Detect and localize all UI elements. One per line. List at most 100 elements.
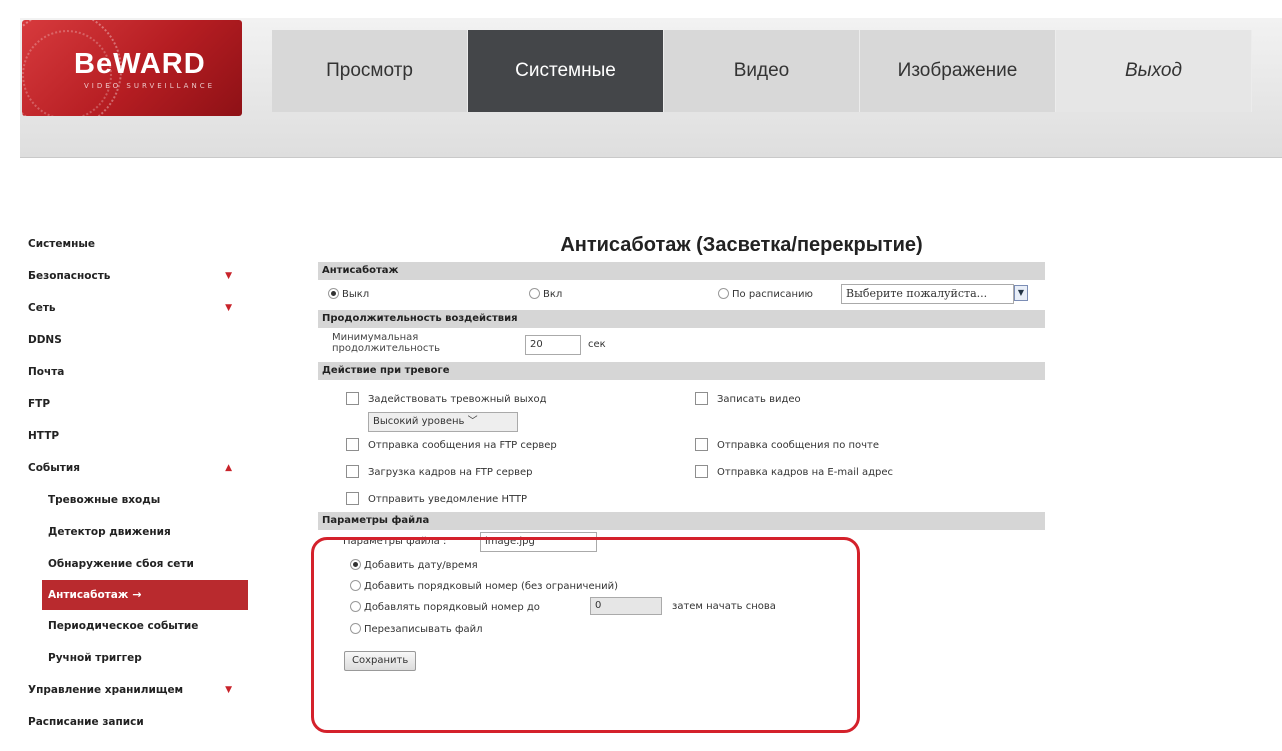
alarm-output-option[interactable]: Задействовать тревожный выход xyxy=(346,392,547,405)
sidebar-item-security[interactable]: Безопасность ▼ xyxy=(26,260,248,292)
opt-datetime[interactable]: Добавить дату/время xyxy=(350,559,478,571)
file-block: Параметры файла : image.jpg Добавить дат… xyxy=(318,530,1045,700)
main-content: Антисаботаж (Засветка/перекрытие) Антиса… xyxy=(318,228,1045,700)
sidebar-item-label: События xyxy=(28,462,80,474)
radio-on-option[interactable]: Вкл xyxy=(529,288,562,300)
radio-datetime[interactable] xyxy=(350,559,361,570)
duration-input[interactable]: 20 xyxy=(525,335,581,355)
radio-on-label: Вкл xyxy=(543,289,563,300)
opt-seq-unlimited-label: Добавить порядковый номер (без ограничен… xyxy=(364,581,619,592)
alarm-output-checkbox[interactable] xyxy=(346,392,359,405)
email-frames-checkbox[interactable] xyxy=(695,465,708,478)
duration-label: Минимумальная продолжительность xyxy=(332,332,440,354)
opt-seq-to[interactable]: Добавлять порядковый номер до xyxy=(350,601,540,613)
schedule-select[interactable]: Выберите пожалуйста... ▼ xyxy=(841,284,1028,304)
sidebar-item-label: DDNS xyxy=(28,334,62,346)
opt-seq-unlimited[interactable]: Добавить порядковый номер (без ограничен… xyxy=(350,580,618,592)
arrow-right-icon: → xyxy=(132,588,142,601)
level-select[interactable]: Высокий уровень ﹀ xyxy=(368,412,518,432)
section-header-actions: Действие при тревоге xyxy=(318,362,1045,380)
sidebar-item-record-schedule[interactable]: Расписание записи xyxy=(26,706,248,738)
record-video-option[interactable]: Записать видео xyxy=(695,392,801,405)
header: BeWARD VIDEO SURVEILLANCE Просмотр Систе… xyxy=(0,0,1282,158)
expand-arrow-icon: ▼ xyxy=(225,303,232,313)
record-video-label: Записать видео xyxy=(717,394,801,405)
opt-overwrite[interactable]: Перезаписывать файл xyxy=(350,623,483,635)
level-select-label: Высокий уровень xyxy=(373,416,465,427)
duration-label-line1: Минимумальная xyxy=(332,332,419,343)
nav-video[interactable]: Видео xyxy=(664,30,860,112)
radio-overwrite[interactable] xyxy=(350,623,361,634)
email-frames-option[interactable]: Отправка кадров на E-mail адрес xyxy=(695,465,893,478)
nav-view[interactable]: Просмотр xyxy=(272,30,468,112)
file-name-label: Параметры файла : xyxy=(343,536,447,547)
sidebar-item-periodic-event[interactable]: Периодическое событие xyxy=(26,610,248,642)
ftp-message-label: Отправка сообщения на FTP сервер xyxy=(368,440,557,451)
radio-schedule[interactable] xyxy=(718,288,729,299)
opt-seq-to-label: Добавлять порядковый номер до xyxy=(364,602,540,613)
level-select-value: Высокий уровень ﹀ xyxy=(368,412,518,432)
radio-off-option[interactable]: Выкл xyxy=(328,288,369,300)
sidebar-item-storage[interactable]: Управление хранилищем ▼ xyxy=(26,674,248,706)
sidebar-item-label: Тревожные входы xyxy=(48,494,161,506)
sidebar-item-label: Управление хранилищем xyxy=(28,684,184,696)
http-notify-checkbox[interactable] xyxy=(346,492,359,505)
sidebar-item-system[interactable]: Системные xyxy=(26,228,248,260)
ftp-frames-label: Загрузка кадров на FTP сервер xyxy=(368,467,533,478)
duration-label-line2: продолжительность xyxy=(332,343,441,354)
radio-schedule-option[interactable]: По расписанию xyxy=(718,288,813,300)
radio-off-label: Выкл xyxy=(342,289,370,300)
duration-row: Минимумальная продолжительность 20 сек xyxy=(318,328,1045,362)
collapse-arrow-icon: ▲ xyxy=(225,463,232,473)
chevron-down-icon: ﹀ xyxy=(467,416,478,427)
expand-arrow-icon: ▼ xyxy=(225,685,232,695)
sidebar-item-label: Ручной триггер xyxy=(48,652,142,664)
sidebar-item-events[interactable]: События ▲ xyxy=(26,452,248,484)
sidebar-item-http[interactable]: HTTP xyxy=(26,420,248,452)
chevron-down-icon[interactable]: ▼ xyxy=(1014,285,1028,301)
opt-overwrite-label: Перезаписывать файл xyxy=(364,624,483,635)
file-name-input[interactable]: image.jpg xyxy=(480,532,597,552)
sidebar-item-label: Детектор движения xyxy=(48,526,171,538)
ftp-frames-checkbox[interactable] xyxy=(346,465,359,478)
http-notify-label: Отправить уведомление HTTP xyxy=(368,494,528,505)
radio-off[interactable] xyxy=(328,288,339,299)
sidebar-item-ftp[interactable]: FTP xyxy=(26,388,248,420)
radio-on[interactable] xyxy=(529,288,540,299)
nav-system[interactable]: Системные xyxy=(468,30,664,112)
record-video-checkbox[interactable] xyxy=(695,392,708,405)
sidebar-item-label: Обнаружение сбоя сети xyxy=(48,558,194,570)
ftp-frames-option[interactable]: Загрузка кадров на FTP сервер xyxy=(346,465,532,478)
mail-message-checkbox[interactable] xyxy=(695,438,708,451)
ftp-message-checkbox[interactable] xyxy=(346,438,359,451)
mail-message-option[interactable]: Отправка сообщения по почте xyxy=(695,438,879,451)
seq-max-input[interactable]: 0 xyxy=(590,597,662,615)
nav-image[interactable]: Изображение xyxy=(860,30,1056,112)
section-header-file: Параметры файла xyxy=(318,512,1045,530)
http-notify-option[interactable]: Отправить уведомление HTTP xyxy=(346,492,527,505)
beward-logo[interactable]: BeWARD VIDEO SURVEILLANCE xyxy=(22,20,242,116)
sidebar-item-network[interactable]: Сеть ▼ xyxy=(26,292,248,324)
sidebar-item-label: Системные xyxy=(28,238,95,250)
radio-seq-to[interactable] xyxy=(350,601,361,612)
sidebar-item-alarm-inputs[interactable]: Тревожные входы xyxy=(26,484,248,516)
mail-message-label: Отправка сообщения по почте xyxy=(717,440,880,451)
radio-seq-unlimited[interactable] xyxy=(350,580,361,591)
sidebar-item-label: Периодическое событие xyxy=(48,620,199,632)
nav-logout[interactable]: Выход xyxy=(1056,30,1252,112)
sidebar-item-motion-detector[interactable]: Детектор движения xyxy=(26,516,248,548)
sidebar-item-network-failure[interactable]: Обнаружение сбоя сети xyxy=(26,548,248,580)
sidebar-item-manual-trigger[interactable]: Ручной триггер xyxy=(26,642,248,674)
ftp-message-option[interactable]: Отправка сообщения на FTP сервер xyxy=(346,438,557,451)
actions-block: Задействовать тревожный выход Высокий ур… xyxy=(318,380,1045,512)
sidebar-item-label: FTP xyxy=(28,398,51,410)
logo-subtitle: VIDEO SURVEILLANCE xyxy=(84,82,216,90)
sidebar-item-label: Антисаботаж xyxy=(48,589,129,601)
opt-datetime-label: Добавить дату/время xyxy=(364,560,478,571)
section-header-antisabotage: Антисаботаж xyxy=(318,262,1045,280)
sidebar-item-mail[interactable]: Почта xyxy=(26,356,248,388)
section-header-duration: Продолжительность воздействия xyxy=(318,310,1045,328)
sidebar-item-antisabotage[interactable]: Антисаботаж → xyxy=(42,580,248,610)
sidebar-item-ddns[interactable]: DDNS xyxy=(26,324,248,356)
save-button[interactable]: Сохранить xyxy=(344,651,417,671)
